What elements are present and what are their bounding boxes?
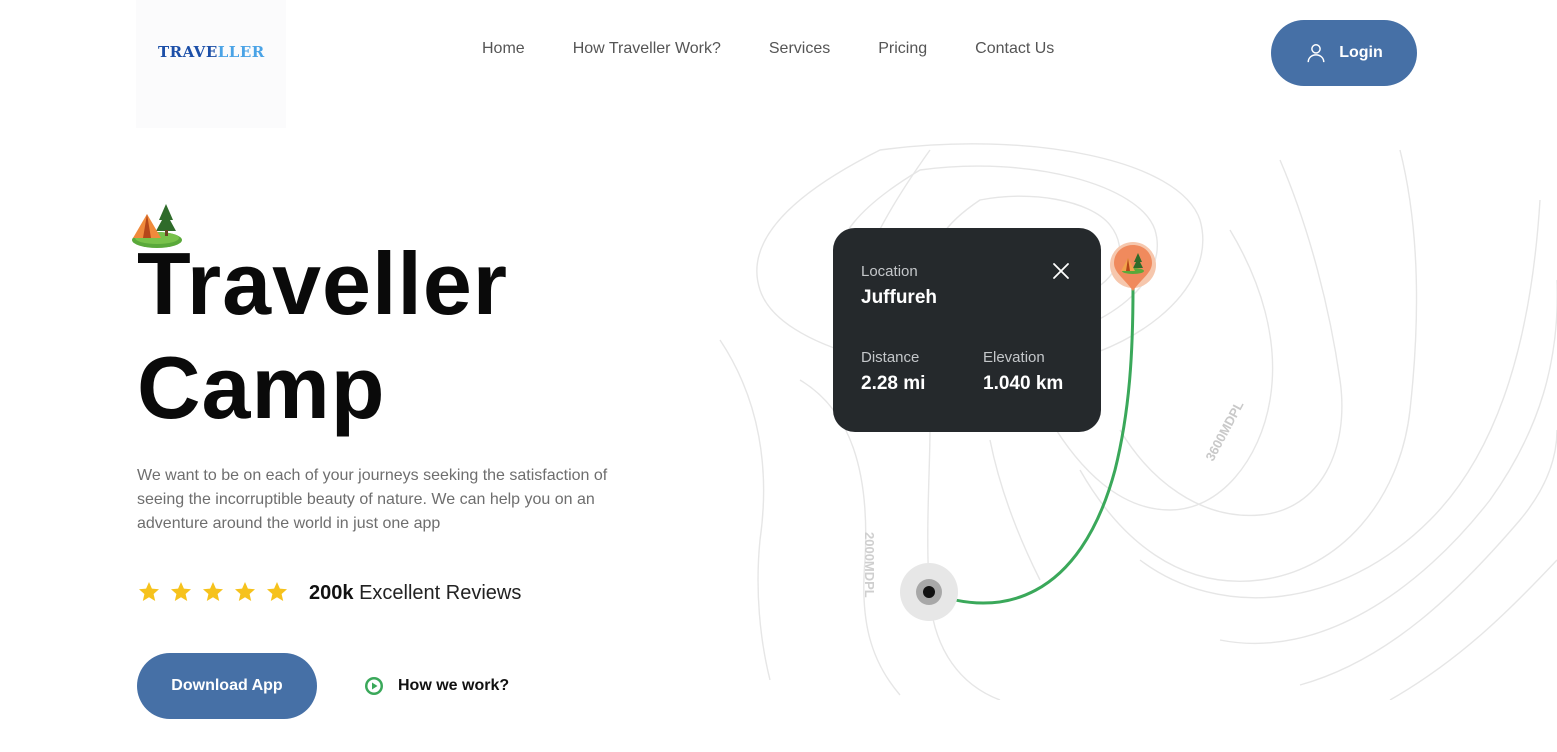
star-icon	[203, 582, 223, 601]
login-label: Login	[1339, 44, 1383, 61]
close-icon[interactable]	[1052, 262, 1070, 280]
topographic-map: 3600MDPL 2000MDPL	[719, 143, 1557, 700]
nav-how-traveller-work[interactable]: How Traveller Work?	[573, 40, 721, 58]
logo-container[interactable]: TRAVELLER	[136, 0, 286, 128]
download-app-button[interactable]: Download App	[137, 653, 317, 719]
destination-pin-icon[interactable]	[1109, 241, 1157, 297]
hero-description: We want to be on each of your journeys s…	[137, 467, 608, 532]
play-icon	[365, 677, 383, 695]
user-icon	[1307, 44, 1325, 63]
rating-stars	[137, 580, 289, 604]
nav-pricing[interactable]: Pricing	[878, 40, 927, 58]
main-nav: Home How Traveller Work? Services Pricin…	[482, 40, 1054, 58]
reviews-summary: 200k Excellent Reviews	[309, 582, 521, 605]
star-icon	[171, 582, 191, 601]
hero-title: Traveller Camp	[137, 232, 508, 440]
logo-text-part2: LLER	[217, 43, 265, 61]
elevation-value: 1.040 km	[983, 373, 1064, 394]
star-icon	[267, 582, 287, 601]
reviews-label: Excellent Reviews	[359, 582, 522, 604]
contour-label-3600: 3600MDPL	[1202, 398, 1246, 463]
location-value: Juffureh	[861, 287, 937, 308]
contour-label-2000: 2000MDPL	[862, 532, 877, 598]
brand-logo[interactable]: TRAVELLER	[158, 43, 265, 61]
nav-services[interactable]: Services	[769, 40, 830, 58]
elevation-label: Elevation	[983, 349, 1045, 366]
logo-text-part1: TRAVE	[158, 43, 218, 61]
how-we-work-label: How we work?	[398, 677, 510, 694]
distance-label: Distance	[861, 349, 920, 366]
nav-contact-us[interactable]: Contact Us	[975, 40, 1054, 58]
nav-home[interactable]: Home	[482, 40, 525, 58]
location-info-card: Location Juffureh Distance 2.28 mi Eleva…	[833, 228, 1101, 432]
how-we-work-link[interactable]: How we work?	[364, 676, 509, 696]
hero-title-line1: Traveller	[137, 234, 509, 333]
location-label: Location	[861, 263, 918, 280]
distance-value: 2.28 mi	[861, 373, 926, 394]
start-point	[923, 586, 935, 598]
star-icon	[235, 582, 255, 601]
reviews-count: 200k	[309, 582, 354, 604]
hero-title-line2: Camp	[137, 338, 386, 437]
star-icon	[139, 582, 159, 601]
login-button[interactable]: Login	[1271, 20, 1417, 86]
